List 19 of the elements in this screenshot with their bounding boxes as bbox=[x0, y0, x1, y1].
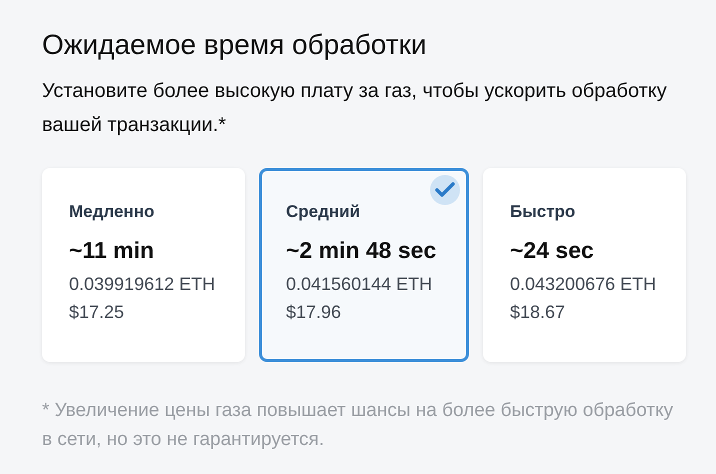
section-title: Ожидаемое время обработки bbox=[42, 28, 428, 62]
time-estimate: ~24 sec bbox=[510, 236, 595, 265]
fee-option-card[interactable]: Средний ~2 min 48 sec 0.041560144 ETH $17.96 bbox=[259, 168, 469, 362]
description: Установите более высокую плату за газ, чтобы ускорить обработку вашей транзакции.* bbox=[42, 79, 668, 138]
usd-amount: $17.96 bbox=[286, 301, 342, 324]
checkmark-icon bbox=[430, 175, 460, 205]
eth-amount: 0.039919612 ETH bbox=[69, 273, 216, 296]
usd-amount: $17.25 bbox=[69, 301, 126, 324]
eth-amount: 0.043200676 ETH bbox=[510, 273, 658, 296]
speed-label: Медленно bbox=[69, 201, 156, 223]
footnote: * Увеличение цены газа повышает шансы на более быструю обработку в сети, но это не гарантируется. bbox=[42, 399, 674, 452]
time-estimate: ~2 min 48 sec bbox=[286, 236, 438, 265]
time-estimate: ~11 min bbox=[69, 236, 156, 265]
fee-option-card[interactable]: Медленно ~11 min 0.039919612 ETH $17.25 bbox=[42, 168, 245, 362]
fee-option-card[interactable]: Быстро ~24 sec 0.043200676 ETH $18.67 bbox=[483, 168, 686, 362]
eth-amount: 0.041560144 ETH bbox=[286, 273, 434, 296]
speed-label: Быстро bbox=[510, 201, 576, 223]
speed-label: Средний bbox=[286, 201, 362, 223]
usd-amount: $18.67 bbox=[510, 301, 566, 324]
